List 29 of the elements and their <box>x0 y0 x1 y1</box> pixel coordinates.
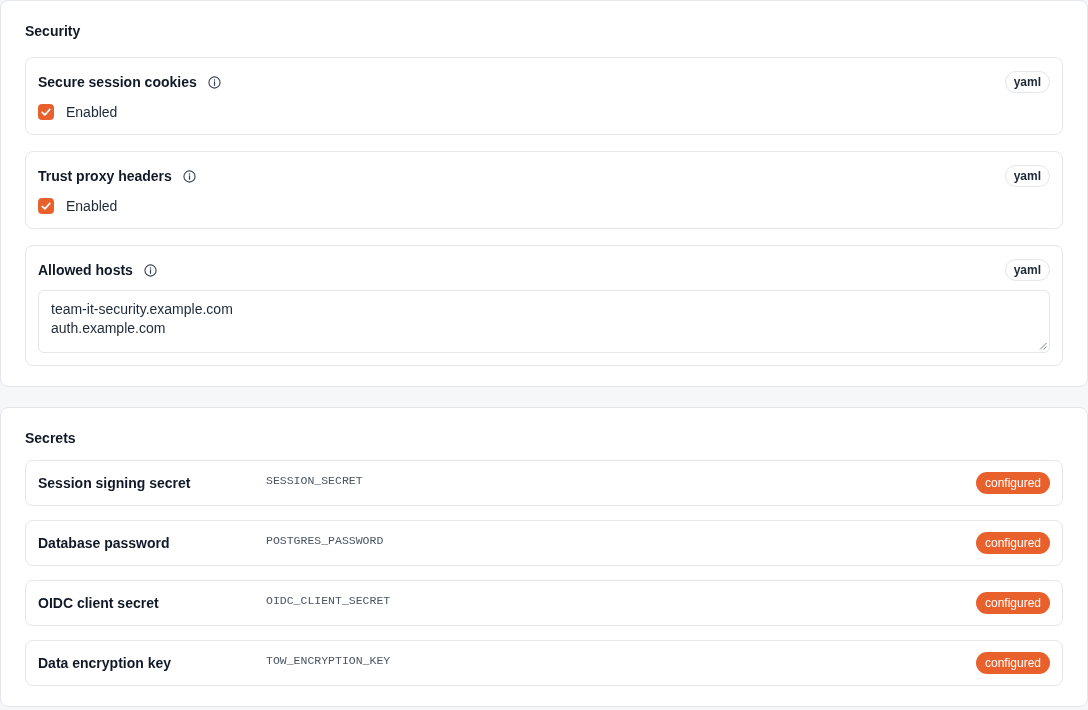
format-tag: yaml <box>1004 71 1050 93</box>
env-variable: SESSION_SECRET <box>266 473 363 487</box>
info-icon[interactable] <box>207 75 221 89</box>
status-tag: configured <box>975 532 1050 554</box>
secret-label: OIDC client secret <box>38 594 160 613</box>
env-variable: POSTGRES_PASSWORD <box>266 533 384 547</box>
status-tag: configured <box>975 652 1050 674</box>
setting-label: Secure session cookies <box>38 73 197 92</box>
checkbox[interactable] <box>38 104 54 120</box>
secret-label: Session signing secret <box>38 474 192 493</box>
env-variable: TOW_ENCRYPTION_KEY <box>266 653 391 667</box>
checkbox-label: Enabled <box>66 103 118 122</box>
info-icon[interactable] <box>143 263 157 277</box>
secret-label: Data encryption key <box>38 654 173 673</box>
setting-label: Trust proxy headers <box>38 167 172 186</box>
env-variable: OIDC_CLIENT_SECRET <box>266 593 391 607</box>
section-title: Secrets <box>25 429 77 448</box>
setting-label: Allowed hosts <box>38 261 133 280</box>
format-tag: yaml <box>1004 165 1050 187</box>
resize-grip-icon[interactable] <box>1039 342 1047 350</box>
format-tag: yaml <box>1004 259 1050 281</box>
checkbox[interactable] <box>38 198 54 214</box>
hosts-textarea[interactable]: team-it-security.example.com auth.example.com <box>38 290 1050 353</box>
info-icon[interactable] <box>182 169 196 183</box>
secret-label: Database password <box>38 534 171 553</box>
status-tag: configured <box>975 592 1050 614</box>
section-title: Security <box>25 22 82 41</box>
checkbox-label: Enabled <box>66 197 118 216</box>
status-tag: configured <box>975 472 1050 494</box>
